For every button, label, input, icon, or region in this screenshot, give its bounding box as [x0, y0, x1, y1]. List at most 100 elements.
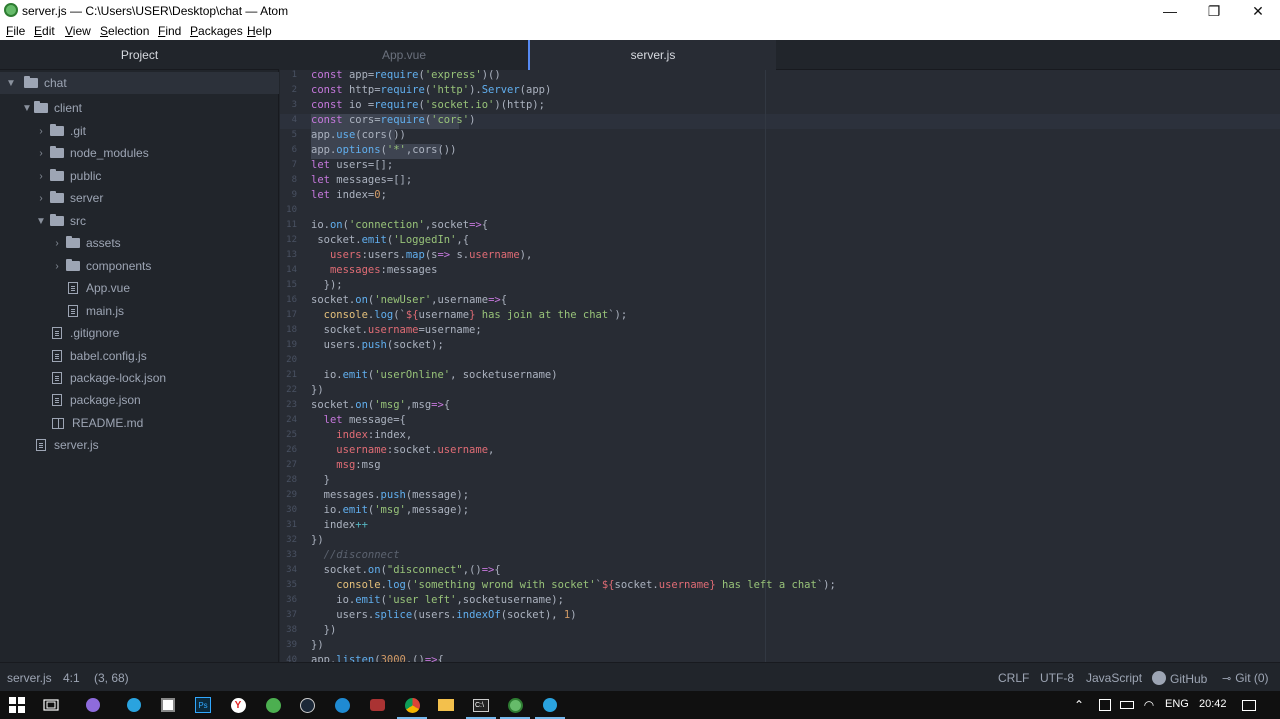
- status-github[interactable]: GitHub: [1152, 671, 1207, 686]
- tree-item-git[interactable]: › .git: [0, 120, 279, 142]
- atom-green-icon[interactable]: [264, 696, 282, 714]
- minimize-button[interactable]: —: [1148, 0, 1192, 22]
- tab-app-vue[interactable]: App.vue: [280, 40, 528, 70]
- status-encoding[interactable]: UTF-8: [1040, 671, 1074, 685]
- tree-item-app-vue[interactable]: App.vue: [0, 277, 279, 299]
- tree-item-server[interactable]: › server: [0, 187, 279, 209]
- menu-view[interactable]: View: [65, 24, 91, 38]
- tree-item-readme[interactable]: README.md: [0, 412, 279, 434]
- tree-item-components[interactable]: › components: [0, 255, 279, 277]
- menu-file[interactable]: File: [6, 24, 25, 38]
- folder-icon: [66, 259, 80, 271]
- line-number: 40: [286, 655, 297, 662]
- code-line: //disconnect: [323, 549, 400, 561]
- status-line-ending[interactable]: CRLF: [998, 671, 1029, 685]
- tree-item-main-js[interactable]: main.js: [0, 300, 279, 322]
- photoshop-icon[interactable]: Ps: [194, 696, 212, 714]
- status-bar: server.js 4:1 (3, 68) CRLF UTF-8 JavaScr…: [0, 662, 1280, 691]
- line-number: 39: [286, 640, 297, 650]
- status-git[interactable]: ⊸ Git (0): [1222, 671, 1269, 685]
- menu-packages[interactable]: Packages: [190, 24, 243, 38]
- menu-help[interactable]: Help: [247, 24, 272, 38]
- chevron-right-icon: ›: [39, 192, 43, 204]
- tray-battery-icon[interactable]: [1118, 696, 1136, 714]
- tree-item-gitignore[interactable]: .gitignore: [0, 322, 279, 344]
- tree-item-client[interactable]: ▼ client: [0, 97, 279, 119]
- code-line: socket.on('msg',msg=>{: [311, 399, 451, 411]
- code-line: io.emit('userOnline', socketusername): [311, 369, 558, 381]
- folder-icon: [50, 146, 64, 158]
- line-number: 10: [286, 205, 297, 215]
- code-line: const io =require('socket.io')(http);: [311, 99, 545, 111]
- tree-item-assets[interactable]: › assets: [0, 232, 279, 254]
- notification-center-icon[interactable]: [1240, 696, 1258, 714]
- menu-find[interactable]: Find: [158, 24, 181, 38]
- tree-item-label: node_modules: [70, 146, 149, 160]
- menu-edit[interactable]: Edit: [34, 24, 55, 38]
- project-panel-header[interactable]: Project: [0, 40, 279, 70]
- yandex-browser-icon[interactable]: Y: [229, 696, 247, 714]
- steam-icon[interactable]: [298, 696, 316, 714]
- tree-item-src[interactable]: ▼ src: [0, 210, 279, 232]
- line-number: 14: [286, 265, 297, 275]
- status-selection-count[interactable]: (3, 68): [94, 671, 129, 685]
- code-line: }): [311, 624, 337, 636]
- code-line: socket.on('newUser',username=>{: [311, 294, 508, 306]
- tray-chevron-up-icon[interactable]: ⌃: [1074, 698, 1084, 712]
- line-number: 19: [286, 340, 297, 350]
- code-editor[interactable]: 1 2 3 4 5 6 7 8 9 10 11 12 13 14 15 16 17 18 19 20 21 22 23 24 2…: [280, 70, 1280, 662]
- line-number: 5: [291, 130, 297, 140]
- tree-item-chat[interactable]: ▼ chat: [0, 72, 279, 94]
- edge-icon[interactable]: [333, 696, 351, 714]
- tree-item-package-lock[interactable]: package-lock.json: [0, 367, 279, 389]
- book-icon: [52, 417, 64, 429]
- close-button[interactable]: ✕: [1236, 0, 1280, 22]
- status-cursor-position[interactable]: 4:1: [63, 671, 80, 685]
- line-number: 16: [286, 295, 297, 305]
- title-bar: server.js — C:\Users\USER\Desktop\chat —…: [0, 0, 1280, 22]
- game-icon[interactable]: [368, 696, 386, 714]
- tab-server-js[interactable]: server.js: [528, 40, 776, 70]
- status-file-name[interactable]: server.js: [7, 671, 52, 685]
- atom-icon[interactable]: [500, 696, 530, 719]
- tree-item-package-json[interactable]: package.json: [0, 389, 279, 411]
- tree-item-label: App.vue: [86, 281, 131, 295]
- code-line: io.emit('user left',socketusername);: [311, 594, 564, 606]
- file-icon: [36, 439, 46, 451]
- telegram-2-icon[interactable]: [535, 696, 565, 719]
- sticky-notes-icon[interactable]: [159, 696, 177, 714]
- tray-keyboard-icon[interactable]: [1096, 696, 1114, 714]
- file-icon: [68, 282, 78, 294]
- line-number: 23: [286, 400, 297, 410]
- tree-item-label: .gitignore: [70, 326, 120, 340]
- tray-wifi-icon[interactable]: ◠: [1140, 696, 1158, 714]
- windows-start-icon[interactable]: [8, 696, 26, 714]
- file-icon: [52, 327, 62, 339]
- file-icon: [68, 305, 78, 317]
- tree-item-public[interactable]: › public: [0, 165, 279, 187]
- line-number: 15: [286, 280, 297, 290]
- ai-assistant-icon[interactable]: [84, 696, 102, 714]
- chevron-right-icon: ›: [55, 237, 59, 249]
- menu-selection[interactable]: Selection: [100, 24, 149, 38]
- chrome-icon[interactable]: [397, 696, 427, 719]
- chevron-right-icon: ›: [39, 125, 43, 137]
- tree-item-server-js[interactable]: server.js: [0, 434, 279, 456]
- tree-item-label: package-lock.json: [70, 371, 167, 385]
- code-line: app.listen(3000,()=>{: [311, 654, 444, 662]
- task-view-icon[interactable]: [42, 696, 60, 714]
- tree-item-label: .git: [70, 124, 87, 138]
- status-grammar[interactable]: JavaScript: [1086, 671, 1142, 685]
- file-icon: [52, 394, 62, 406]
- tray-language[interactable]: ENG: [1165, 698, 1189, 710]
- terminal-icon[interactable]: C:\: [466, 696, 496, 719]
- telegram-icon[interactable]: [125, 696, 143, 714]
- tree-item-babel-config[interactable]: babel.config.js: [0, 345, 279, 367]
- tab-bar: App.vue server.js: [280, 40, 1280, 70]
- tray-clock[interactable]: 20:42: [1199, 698, 1227, 710]
- maximize-button[interactable]: ❐: [1192, 0, 1236, 22]
- tree-item-node-modules[interactable]: › node_modules: [0, 142, 279, 164]
- file-explorer-icon[interactable]: [437, 696, 455, 714]
- chevron-right-icon: ›: [55, 260, 59, 272]
- code-line: }): [311, 639, 324, 651]
